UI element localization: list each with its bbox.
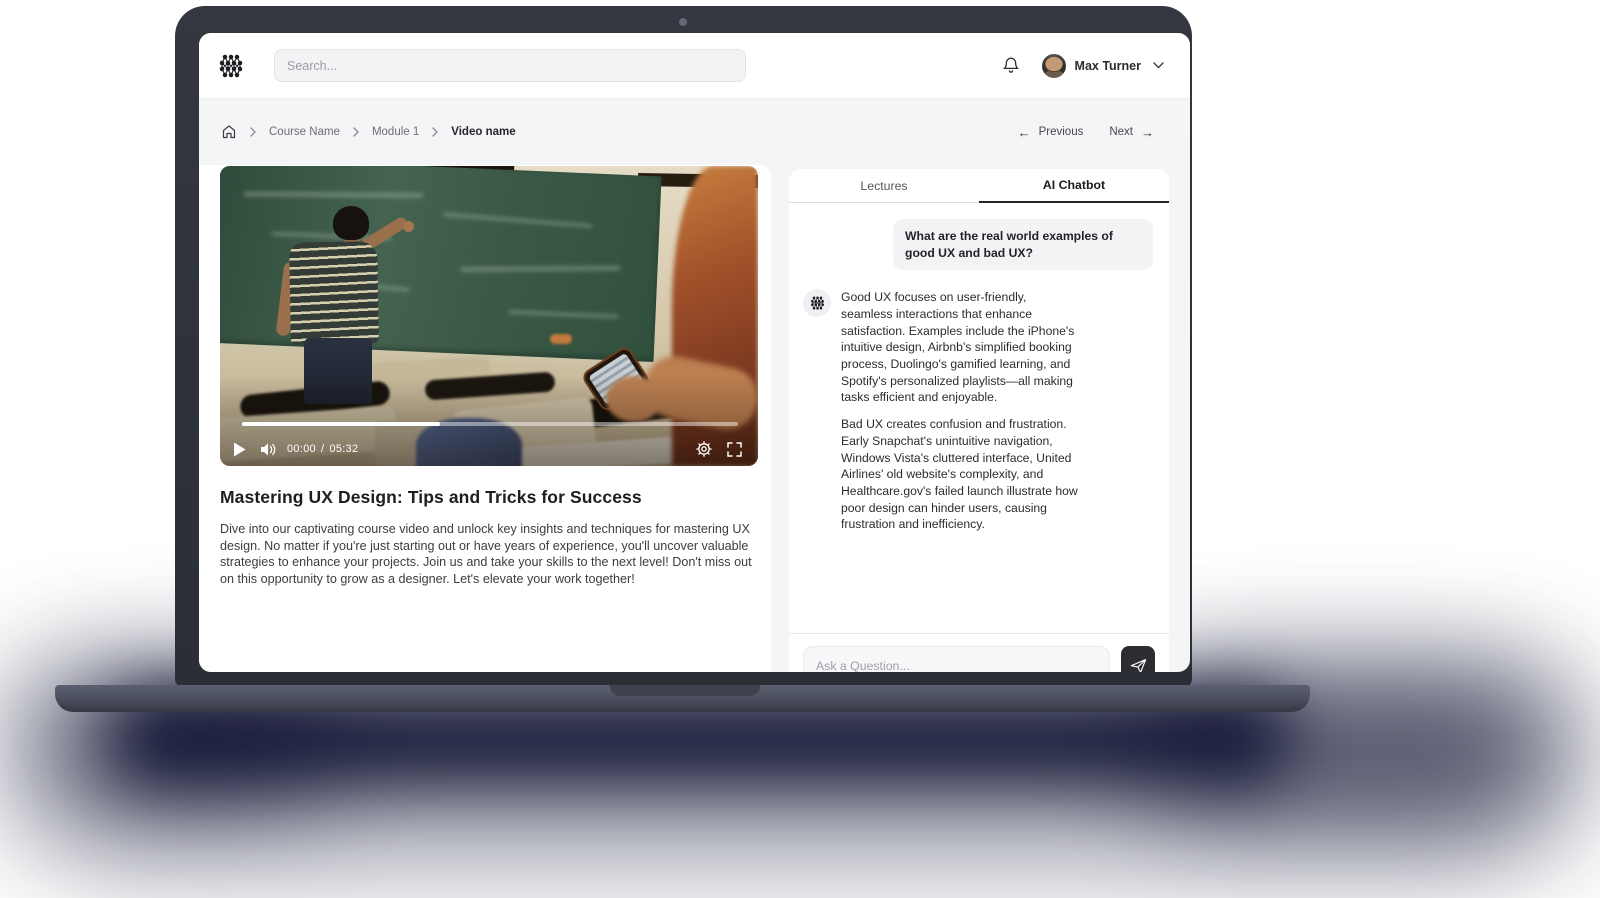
user-name[interactable]: Max Turner (1075, 59, 1141, 73)
next-label: Next (1109, 126, 1133, 138)
send-paper-plane-icon (1130, 659, 1146, 672)
ask-question-input[interactable] (803, 646, 1110, 672)
ai-paragraph: Good UX focuses on user-friendly, seamle… (841, 290, 1075, 405)
app-logo-icon (810, 296, 824, 310)
arrow-right-icon: → (1141, 124, 1154, 140)
chevron-right-icon (432, 127, 439, 137)
tab-ai-chatbot[interactable]: AI Chatbot (979, 169, 1169, 203)
chevron-down-icon[interactable] (1153, 62, 1164, 69)
video-current-time: 00:00 (287, 443, 317, 455)
home-icon[interactable] (221, 124, 237, 140)
chevron-right-icon (353, 127, 359, 137)
breadcrumb-module[interactable]: Module 1 (372, 126, 419, 138)
chevron-right-icon (250, 127, 256, 137)
previous-button[interactable]: ← Previous (1018, 125, 1084, 140)
user-avatar[interactable] (1041, 53, 1066, 78)
laptop-base (55, 685, 1310, 712)
search-input[interactable] (274, 49, 746, 82)
lesson-title: Mastering UX Design: Tips and Tricks for… (220, 487, 642, 507)
lesson-description: Dive into our captivating course video a… (220, 522, 752, 586)
video-progress-fill (242, 422, 441, 426)
previous-label: Previous (1038, 126, 1084, 138)
fullscreen-icon[interactable] (727, 441, 742, 457)
breadcrumb-current: Video name (451, 126, 516, 138)
breadcrumb: Course Name Module 1 Video name ← Previo… (199, 99, 1190, 165)
video-progress-bar[interactable] (242, 422, 738, 426)
top-bar: Max Turner (199, 33, 1190, 99)
notification-bell-icon[interactable] (1002, 56, 1020, 75)
side-panel: Lectures AI Chatbot What are the real wo… (789, 169, 1169, 672)
chat-input-row (789, 633, 1169, 672)
video-duration: 05:32 (329, 443, 359, 455)
content-area: 00:00 / 05:32 Mastering UX Design: Tips … (199, 165, 1190, 672)
play-button-icon[interactable] (233, 442, 246, 457)
ai-paragraph: Bad UX creates confusion and frustration… (841, 417, 1078, 532)
webcam-dot (679, 18, 687, 26)
send-button[interactable] (1121, 646, 1155, 672)
next-button[interactable]: Next → (1109, 125, 1154, 140)
chat-area: What are the real world examples of good… (789, 203, 1169, 633)
ai-bot-avatar (803, 289, 831, 318)
video-controls: 00:00 / 05:32 (233, 441, 742, 457)
app-window: Max Turner Course Name Module 1 Video na… (199, 33, 1190, 672)
app-logo-icon[interactable] (218, 54, 244, 78)
lesson-pane: 00:00 / 05:32 Mastering UX Design: Tips … (199, 165, 771, 672)
user-question-bubble: What are the real world examples of good… (893, 219, 1153, 271)
arrow-left-icon: ← (1017, 124, 1031, 140)
panel-tabs: Lectures AI Chatbot (789, 169, 1169, 203)
settings-gear-icon[interactable] (696, 441, 712, 457)
breadcrumb-course[interactable]: Course Name (269, 126, 340, 138)
volume-icon[interactable] (260, 442, 277, 457)
tab-lectures[interactable]: Lectures (789, 169, 979, 203)
video-player[interactable]: 00:00 / 05:32 (220, 166, 758, 466)
ai-message: Good UX focuses on user-friendly, seamle… (803, 289, 1153, 533)
laptop-base-notch (610, 685, 760, 696)
video-time-separator: / (321, 443, 325, 455)
video-time: 00:00 / 05:32 (287, 443, 358, 455)
ai-message-text: Good UX focuses on user-friendly, seamle… (841, 289, 1081, 533)
